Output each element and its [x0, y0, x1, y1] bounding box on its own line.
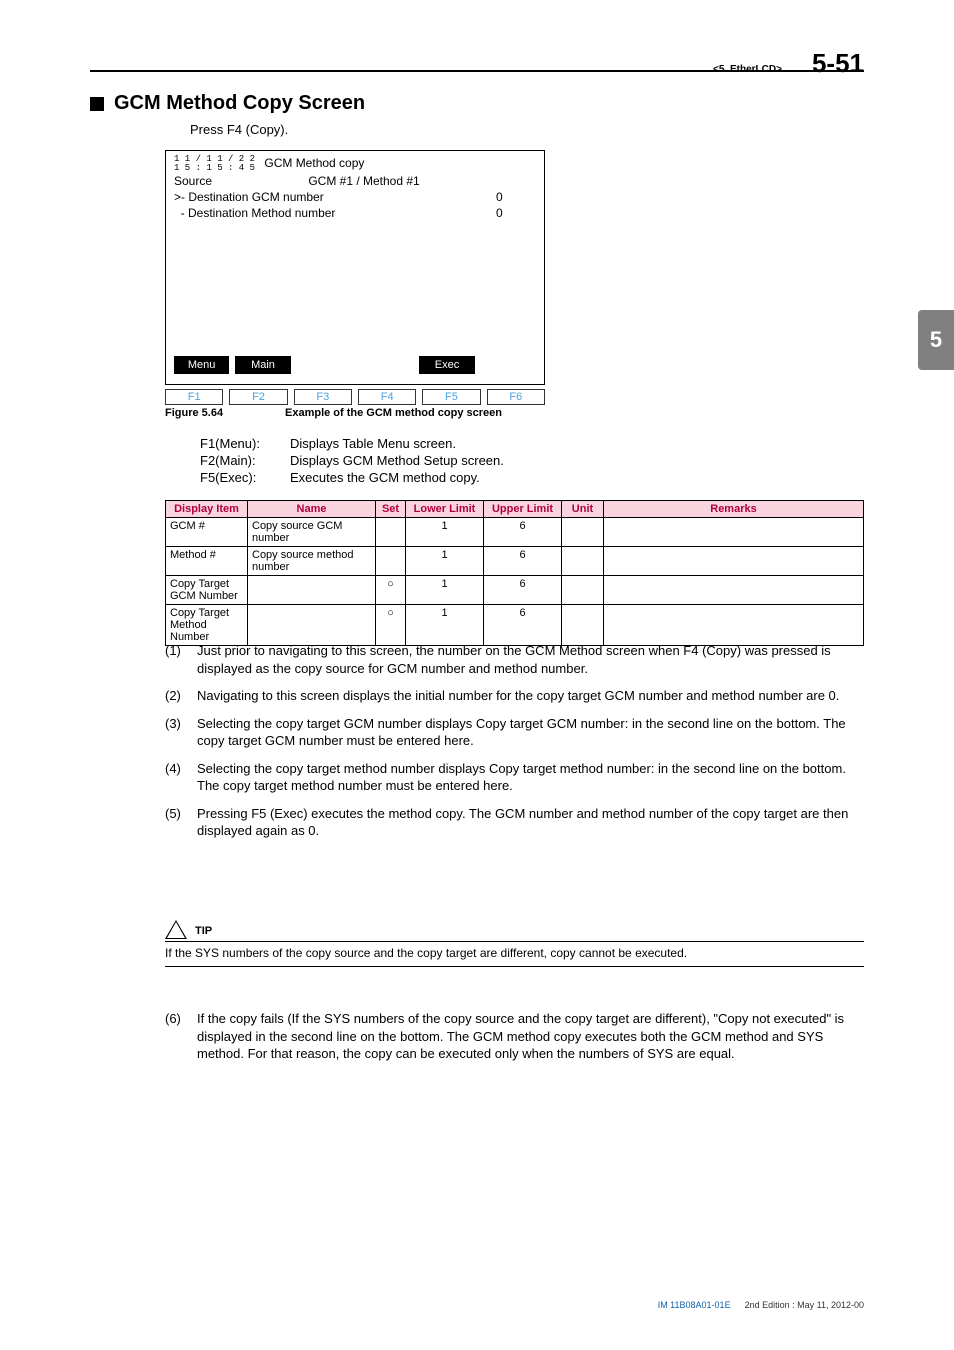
list-item: (2)Navigating to this screen displays th…: [165, 687, 864, 705]
f5-button[interactable]: F5: [422, 389, 480, 405]
list-item: (5)Pressing F5 (Exec) executes the metho…: [165, 805, 864, 840]
lcd-dest-method-label: - Destination Method number: [174, 205, 335, 221]
square-bullet-icon: [90, 97, 104, 111]
lcd-button-row-labels: Menu Main Exec: [174, 356, 536, 375]
caution-triangle-icon: [165, 920, 187, 939]
chapter-tab: 5: [918, 310, 954, 370]
figure-box: 1 1 / 1 1 / 2 2 1 5 : 1 5 : 4 5 GCM Meth…: [165, 150, 545, 419]
footer: IM 11B08A01-01E2nd Edition : May 11, 201…: [658, 1300, 864, 1310]
f3-button[interactable]: F3: [294, 389, 352, 405]
list-item: (4)Selecting the copy target method numb…: [165, 760, 864, 795]
page-number: 5-51: [812, 48, 864, 79]
table-row: Copy Target Method Number○16: [166, 605, 864, 646]
lcd-timestamp: 1 1 / 1 1 / 2 2 1 5 : 1 5 : 4 5: [174, 155, 255, 173]
figure-caption: Figure 5.64Example of the GCM method cop…: [165, 407, 545, 419]
list-item-6: (6) If the copy fails (If the SYS number…: [165, 1010, 864, 1063]
lcd-source-label: Source: [174, 173, 212, 189]
tip-label: TIP: [195, 925, 212, 939]
tip-body: If the SYS numbers of the copy source an…: [165, 942, 864, 967]
lcd-screen: 1 1 / 1 1 / 2 2 1 5 : 1 5 : 4 5 GCM Meth…: [165, 150, 545, 385]
lcd-title: GCM Method copy: [264, 156, 364, 170]
f2-button[interactable]: F2: [229, 389, 287, 405]
table-row: Method #Copy source method number16: [166, 547, 864, 576]
main-button[interactable]: Main: [235, 356, 290, 375]
fkey-legend: F1(Menu):Displays Table Menu screen. F2(…: [200, 436, 504, 487]
menu-button[interactable]: Menu: [174, 356, 229, 375]
display-item-table: Display Item Name Set Lower Limit Upper …: [165, 500, 864, 646]
lcd-dest-gcm-label: >- Destination GCM number: [174, 189, 324, 205]
section-title: GCM Method Copy Screen: [90, 92, 365, 115]
lcd-dest-method-value: 0: [496, 205, 536, 221]
exec-button[interactable]: Exec: [419, 356, 474, 375]
press-instruction: Press F4 (Copy).: [190, 122, 288, 137]
tip-block: TIP If the SYS numbers of the copy sourc…: [165, 920, 864, 967]
section-title-text: GCM Method Copy Screen: [114, 92, 365, 115]
numbered-list: (1)Just prior to navigating to this scre…: [165, 642, 864, 850]
table-header-row: Display Item Name Set Lower Limit Upper …: [166, 501, 864, 518]
lcd-dest-gcm-value: 0: [496, 189, 536, 205]
lcd-fkey-row: F1 F2 F3 F4 F5 F6: [165, 389, 545, 405]
lcd-source-value: GCM #1 / Method #1: [212, 173, 516, 189]
list-item: (1)Just prior to navigating to this scre…: [165, 642, 864, 677]
table-row: GCM #Copy source GCM number16: [166, 518, 864, 547]
list-item: (3)Selecting the copy target GCM number …: [165, 715, 864, 750]
table-row: Copy Target GCM Number○16: [166, 576, 864, 605]
header-rule: [90, 70, 864, 72]
f1-button[interactable]: F1: [165, 389, 223, 405]
f4-button[interactable]: F4: [358, 389, 416, 405]
f6-button[interactable]: F6: [487, 389, 545, 405]
